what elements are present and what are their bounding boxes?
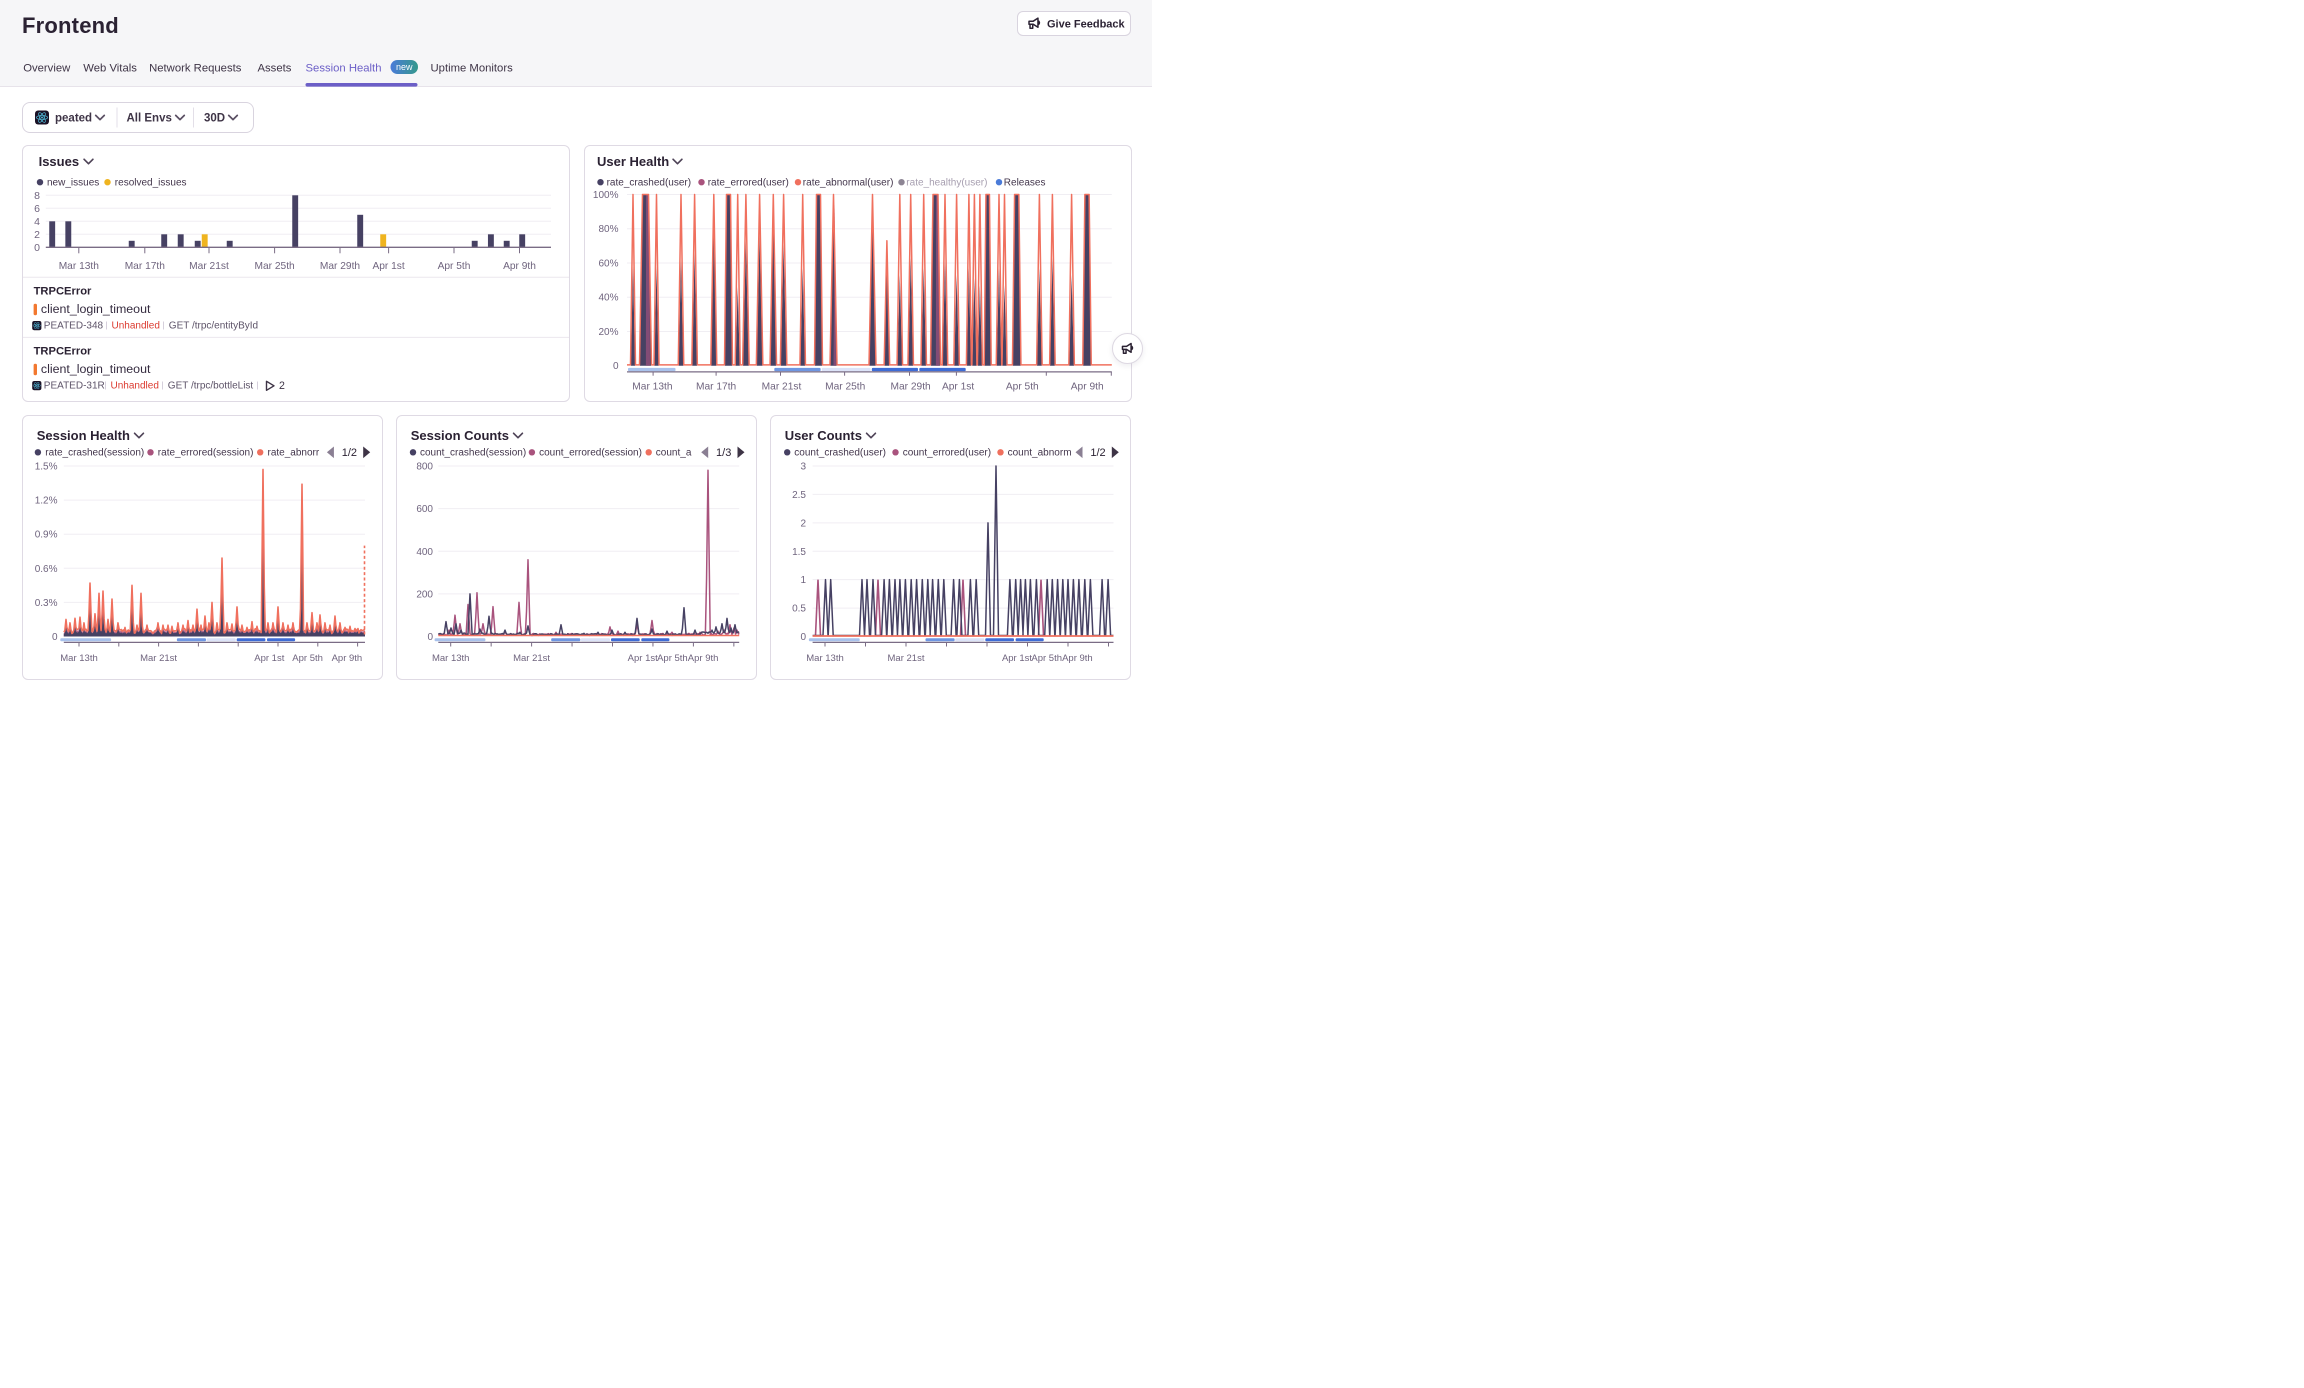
- svg-text:0: 0: [800, 632, 806, 643]
- svg-text:1: 1: [800, 575, 806, 586]
- svg-text:User Counts: User Counts: [785, 428, 862, 443]
- svg-text:2.5: 2.5: [792, 490, 806, 501]
- svg-text:1.5: 1.5: [792, 547, 806, 558]
- svg-text:2: 2: [800, 518, 806, 529]
- svg-text:Mar 13th: Mar 13th: [806, 653, 844, 664]
- svg-text:1/2: 1/2: [1090, 447, 1105, 459]
- svg-text:Apr 5th: Apr 5th: [1031, 653, 1062, 664]
- svg-text:0.5: 0.5: [792, 604, 806, 615]
- svg-text:Apr 1st: Apr 1st: [1002, 653, 1032, 664]
- svg-text:Apr 9th: Apr 9th: [1062, 653, 1093, 664]
- svg-text:count_abnorm: count_abnorm: [1008, 448, 1072, 459]
- svg-text:3: 3: [800, 462, 806, 473]
- svg-text:count_crashed(user): count_crashed(user): [794, 448, 886, 459]
- svg-text:count_errored(user): count_errored(user): [903, 448, 991, 459]
- svg-text:Mar 21st: Mar 21st: [888, 653, 925, 664]
